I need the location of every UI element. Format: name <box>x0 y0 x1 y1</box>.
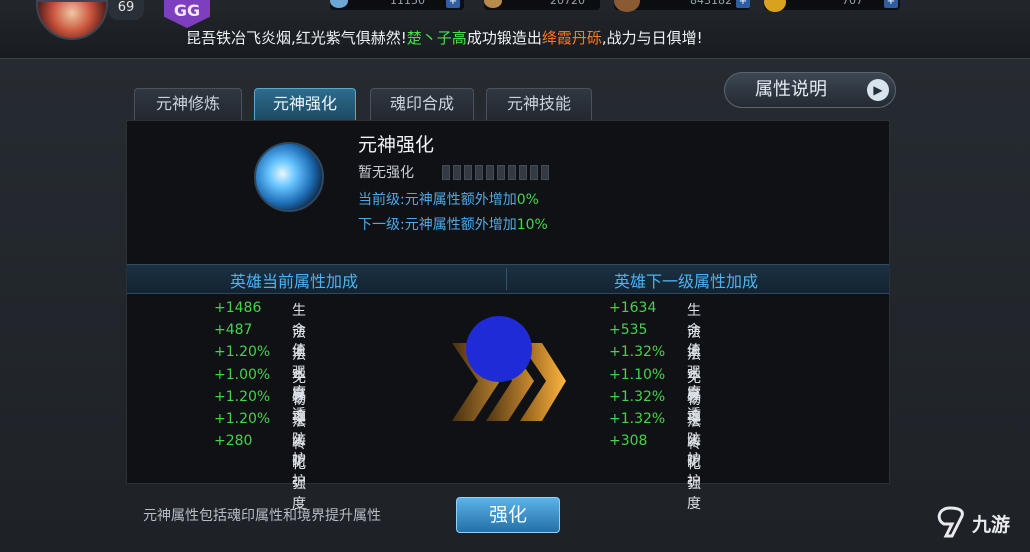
resource-value: 707 <box>842 0 863 7</box>
ticker-player-name: 楚丶子高 <box>406 29 467 47</box>
next-level-pct: 10% <box>516 217 548 233</box>
current-level-label: 当前级:元神属性额外增加 <box>358 192 517 208</box>
attribute-info-button[interactable]: 属性说明 ▶ <box>724 72 896 108</box>
stat-value: +1.32% <box>609 388 666 405</box>
progress-pip <box>519 165 527 180</box>
ticker-item-name: 绛霞丹砾 <box>541 29 602 47</box>
next-level-desc: 下一级:元神属性额外增加10% <box>358 214 548 234</box>
progress-pip <box>508 165 516 180</box>
current-attr-title: 英雄当前属性加成 <box>230 272 359 291</box>
progress-pip <box>486 165 494 180</box>
next-attr-title: 英雄下一级属性加成 <box>614 272 759 291</box>
spirit-orb-icon <box>254 142 324 212</box>
attribute-info-label: 属性说明 <box>755 79 827 100</box>
progress-pip <box>442 165 450 180</box>
stat-value: +308 <box>609 433 648 450</box>
skill-title: 元神强化 <box>358 134 435 156</box>
current-level-desc: 当前级:元神属性额外增加0% <box>358 189 539 209</box>
play-arrow-icon: ▶ <box>867 79 889 101</box>
stamina-icon <box>330 0 348 8</box>
resource-coin: 843182 + <box>614 0 750 12</box>
next-level-label: 下一级:元神属性额外增加 <box>358 217 517 233</box>
progress-pip <box>464 165 472 180</box>
stat-value: +1.32% <box>609 411 666 427</box>
stat-value: +1.00% <box>214 366 271 383</box>
tab-spirit-skills[interactable]: 元神技能 <box>486 88 592 120</box>
tab-spirit-training[interactable]: 元神修炼 <box>134 88 242 120</box>
resource-value: 843182 <box>690 0 732 7</box>
tab-soul-seal-synthesis[interactable]: 魂印合成 <box>370 88 474 120</box>
stat-value: +280 <box>214 433 253 450</box>
stat-name: 转化强度 <box>687 436 701 513</box>
stat-value: +1.20% <box>214 388 271 405</box>
enhance-button[interactable]: 强化 <box>456 497 560 533</box>
resource-ingot: 707 + <box>764 0 900 12</box>
gold-icon <box>484 0 502 8</box>
watermark-text: 九游 <box>972 514 1011 536</box>
stat-value: +1634 <box>609 300 657 316</box>
resource-stamina: 11150 + <box>330 0 464 10</box>
stat-value: +487 <box>214 322 253 339</box>
tab-spirit-enhance[interactable]: 元神强化 <box>254 88 356 120</box>
progress-pip <box>497 165 505 180</box>
stat-value: +1486 <box>214 300 262 316</box>
progress-pip <box>530 165 538 180</box>
stat-name: 转化强度 <box>292 436 306 513</box>
stat-value: +1.20% <box>214 411 271 427</box>
add-coin-button[interactable]: + <box>736 0 750 8</box>
stat-value: +1.10% <box>609 366 666 383</box>
touch-indicator <box>466 316 532 382</box>
stat-value: +535 <box>609 322 648 339</box>
footer-note: 元神属性包括魂印属性和境界提升属性 <box>143 508 381 524</box>
stat-value: +1.32% <box>609 344 666 361</box>
current-level-pct: 0% <box>516 192 539 208</box>
column-divider <box>506 268 507 290</box>
add-stamina-button[interactable]: + <box>446 0 460 8</box>
progress-pip <box>453 165 461 180</box>
ticker-text: 成功锻造出 <box>466 29 542 47</box>
stat-value: +1.20% <box>214 344 271 361</box>
ticker-text: ,战力与日俱增! <box>601 29 703 47</box>
enhance-status: 暂无强化 <box>358 165 414 181</box>
resource-value: 11150 <box>390 0 425 7</box>
resource-gold: 20720 <box>484 0 600 10</box>
progress-pip <box>541 165 549 180</box>
player-level: 69 <box>108 0 144 20</box>
resource-value: 20720 <box>550 0 585 7</box>
broadcast-ticker: 昆吾铁冶飞炎烟,红光紫气俱赫然!楚丶子高成功锻造出绛霞丹砾,战力与日俱增! <box>186 27 703 48</box>
ticker-text: 昆吾铁冶飞炎烟,红光紫气俱赫然! <box>186 29 407 47</box>
add-ingot-button[interactable]: + <box>884 0 898 8</box>
enhance-progress-pips <box>442 165 549 181</box>
progress-pip <box>475 165 483 180</box>
